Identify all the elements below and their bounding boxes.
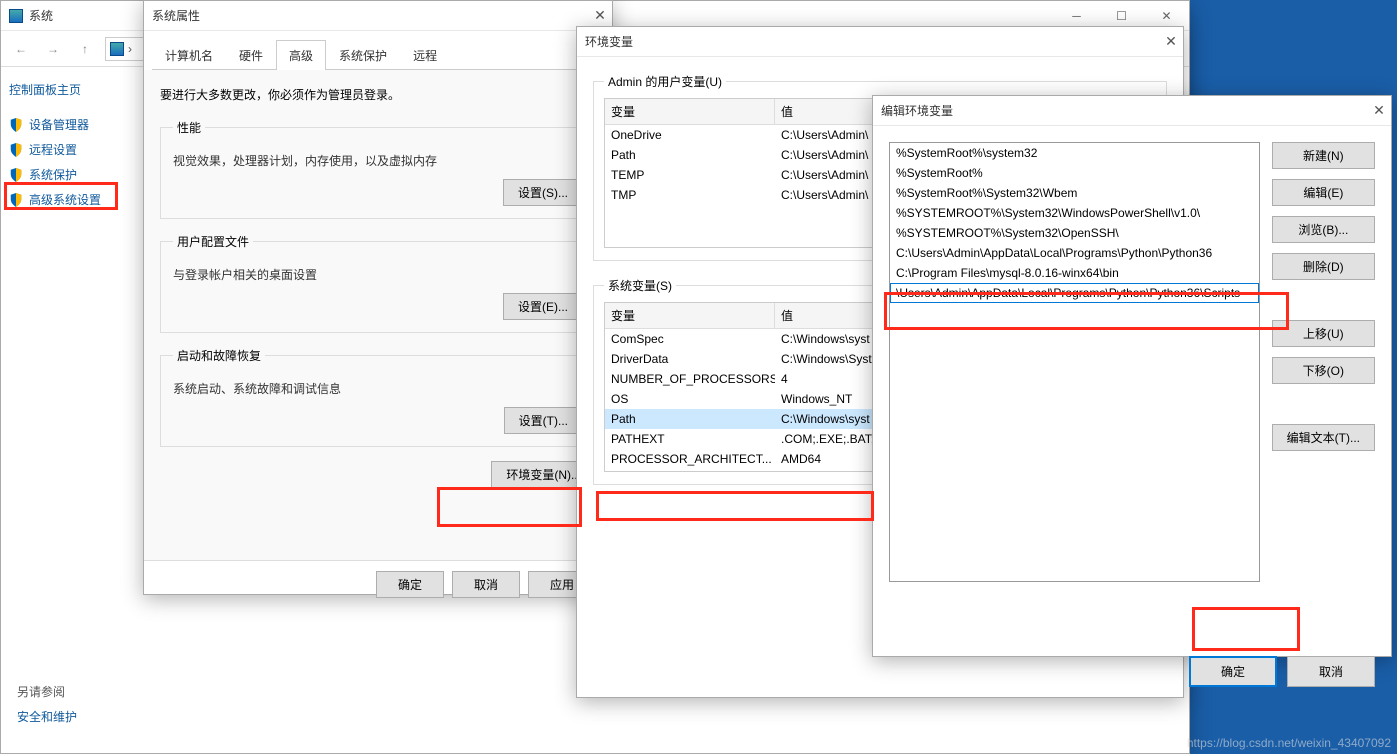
edit-close-button[interactable]: ✕ (1367, 99, 1391, 123)
system-title: 系统 (29, 7, 53, 24)
system-properties-dialog: 系统属性 ✕ 计算机名硬件高级系统保护远程 要进行大多数更改，你必须作为管理员登… (143, 0, 613, 595)
up-button[interactable]: ↑ (73, 37, 97, 61)
sidebar-header[interactable]: 控制面板主页 (9, 81, 133, 98)
tab[interactable]: 硬件 (226, 40, 276, 70)
cell-variable: OS (605, 389, 775, 409)
cell-variable: DriverData (605, 349, 775, 369)
path-item[interactable]: C:\Users\Admin\AppData\Local\Programs\Py… (890, 243, 1259, 263)
edit-env-var-dialog: 编辑环境变量 ✕ %SystemRoot%\system32%SystemRoo… (872, 95, 1392, 657)
profile-settings-button[interactable]: 设置(E)... (503, 293, 583, 320)
sys-vars-legend: 系统变量(S) (604, 277, 676, 294)
sidebar-item-label: 系统保护 (29, 166, 77, 183)
move-down-button[interactable]: 下移(O) (1272, 357, 1375, 384)
tab[interactable]: 计算机名 (152, 40, 226, 70)
cell-variable: Path (605, 145, 775, 165)
props-titlebar: 系统属性 ✕ (144, 1, 612, 31)
edit-text-button[interactable]: 编辑文本(T)... (1272, 424, 1375, 451)
sidebar-item[interactable]: 高级系统设置 (9, 187, 133, 212)
sidebar-item[interactable]: 系统保护 (9, 162, 133, 187)
props-ok-button[interactable]: 确定 (376, 571, 444, 598)
profile-desc: 与登录帐户相关的桌面设置 (173, 266, 583, 283)
performance-legend: 性能 (173, 119, 205, 136)
new-button[interactable]: 新建(N) (1272, 142, 1375, 169)
cell-variable: ComSpec (605, 329, 775, 349)
col-variable[interactable]: 变量 (605, 303, 775, 328)
env-close-button[interactable]: ✕ (1159, 30, 1183, 54)
props-title: 系统属性 (152, 7, 200, 24)
sidebar: 控制面板主页 设备管理器远程设置系统保护高级系统设置 (1, 67, 141, 753)
browse-button[interactable]: 浏览(B)... (1272, 216, 1375, 243)
cell-variable: PATHEXT (605, 429, 775, 449)
path-list[interactable]: %SystemRoot%\system32%SystemRoot%%System… (889, 142, 1260, 582)
edit-ok-button[interactable]: 确定 (1189, 656, 1277, 687)
edit-titlebar: 编辑环境变量 ✕ (873, 96, 1391, 126)
col-variable[interactable]: 变量 (605, 99, 775, 124)
edit-button[interactable]: 编辑(E) (1272, 179, 1375, 206)
forward-button[interactable]: → (41, 37, 65, 61)
startup-group: 启动和故障恢复 系统启动、系统故障和调试信息 设置(T)... (160, 347, 596, 447)
tab[interactable]: 远程 (400, 40, 450, 70)
sidebar-item-label: 设备管理器 (29, 116, 89, 133)
sidebar-item[interactable]: 远程设置 (9, 137, 133, 162)
cell-variable: PROCESSOR_ARCHITECT... (605, 449, 775, 469)
delete-button[interactable]: 删除(D) (1272, 253, 1375, 280)
path-item[interactable]: %SystemRoot%\system32 (890, 143, 1259, 163)
path-item[interactable]: %SYSTEMROOT%\System32\OpenSSH\ (890, 223, 1259, 243)
props-content: 要进行大多数更改，你必须作为管理员登录。 性能 视觉效果，处理器计划，内存使用，… (144, 70, 612, 560)
back-button[interactable]: ← (9, 37, 33, 61)
cell-variable: OneDrive (605, 125, 775, 145)
cell-variable: Path (605, 409, 775, 429)
sidebar-item-label: 高级系统设置 (29, 191, 101, 208)
edit-cancel-button[interactable]: 取消 (1287, 656, 1375, 687)
props-intro: 要进行大多数更改，你必须作为管理员登录。 (160, 86, 596, 103)
sidebar-footer: 另请参阅 安全和维护 (9, 671, 85, 737)
path-item[interactable]: %SystemRoot% (890, 163, 1259, 183)
move-up-button[interactable]: 上移(U) (1272, 320, 1375, 347)
startup-legend: 启动和故障恢复 (173, 347, 265, 364)
tab[interactable]: 系统保护 (326, 40, 400, 70)
tab[interactable]: 高级 (276, 40, 326, 70)
path-item[interactable]: C:\Program Files\mysql-8.0.16-winx64\bin (890, 263, 1259, 283)
path-item[interactable]: %SystemRoot%\System32\Wbem (890, 183, 1259, 203)
performance-desc: 视觉效果，处理器计划，内存使用，以及虚拟内存 (173, 152, 583, 169)
sidebar-item-label: 远程设置 (29, 141, 77, 158)
sidebar-item[interactable]: 设备管理器 (9, 112, 133, 137)
watermark: https://blog.csdn.net/weixin_43407092 (1187, 736, 1391, 750)
user-vars-legend: Admin 的用户变量(U) (604, 73, 726, 90)
see-also-link[interactable]: 安全和维护 (17, 704, 77, 729)
edit-title: 编辑环境变量 (881, 102, 953, 119)
cell-variable: NUMBER_OF_PROCESSORS (605, 369, 775, 389)
path-item[interactable]: \Users\Admin\AppData\Local\Programs\Pyth… (890, 283, 1259, 303)
profile-group: 用户配置文件 与登录帐户相关的桌面设置 设置(E)... (160, 233, 596, 333)
props-tabs: 计算机名硬件高级系统保护远程 (152, 39, 604, 70)
cell-variable: TEMP (605, 165, 775, 185)
cell-variable: TMP (605, 185, 775, 205)
path-item[interactable]: %SYSTEMROOT%\System32\WindowsPowerShell\… (890, 203, 1259, 223)
profile-legend: 用户配置文件 (173, 233, 253, 250)
env-titlebar: 环境变量 ✕ (577, 27, 1183, 57)
env-title: 环境变量 (585, 33, 633, 50)
system-icon (9, 9, 23, 23)
performance-settings-button[interactable]: 设置(S)... (503, 179, 583, 206)
startup-desc: 系统启动、系统故障和调试信息 (173, 380, 583, 397)
see-also-header: 另请参阅 (17, 679, 77, 704)
performance-group: 性能 视觉效果，处理器计划，内存使用，以及虚拟内存 设置(S)... (160, 119, 596, 219)
props-cancel-button[interactable]: 取消 (452, 571, 520, 598)
startup-settings-button[interactable]: 设置(T)... (504, 407, 583, 434)
props-close-button[interactable]: ✕ (588, 4, 612, 28)
breadcrumb-icon (110, 42, 124, 56)
